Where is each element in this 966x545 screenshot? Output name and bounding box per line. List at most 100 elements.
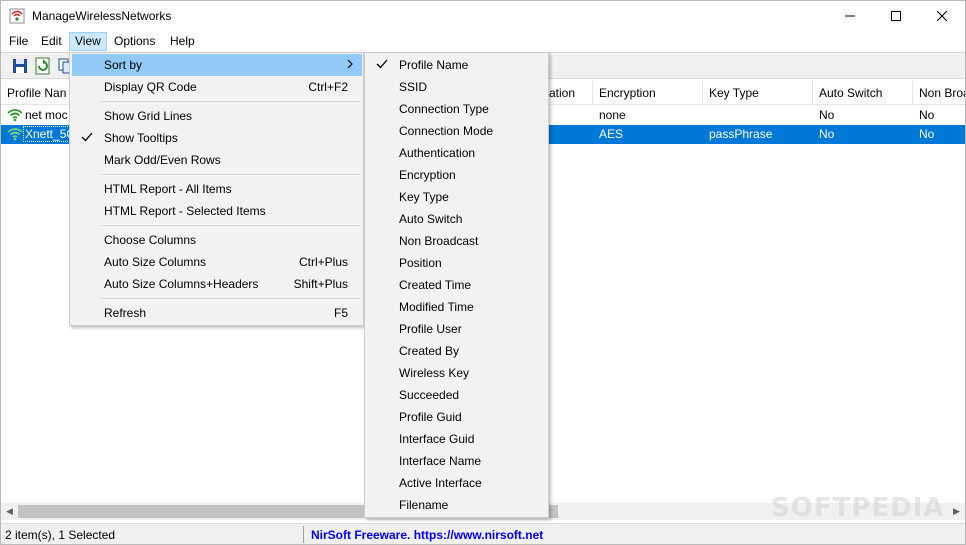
menu-item-label: Mark Odd/Even Rows: [104, 153, 221, 167]
sort-wireless-key[interactable]: Wireless Key: [367, 362, 547, 384]
status-bar: 2 item(s), 1 Selected NirSoft Freeware. …: [1, 523, 965, 544]
menu-item-label: Key Type: [399, 190, 449, 204]
menu-item-label: Refresh: [104, 306, 147, 320]
menu-item-label: Interface Name: [399, 454, 482, 468]
sort-encryption[interactable]: Encryption: [367, 164, 547, 186]
menu-show-tooltips[interactable]: Show Tooltips: [72, 127, 362, 149]
menu-item-label: Active Interface: [399, 476, 482, 490]
sort-non-broadcast[interactable]: Non Broadcast: [367, 230, 547, 252]
view-menu: Sort by Display QR Code Ctrl+F2 Show Gri…: [69, 52, 364, 326]
menu-item-label: Choose Columns: [104, 233, 197, 247]
sort-profile-user[interactable]: Profile User: [367, 318, 547, 340]
menu-item-label: Authentication: [399, 146, 476, 160]
cell-profile-name: Xnett_5G: [23, 126, 70, 142]
sort-by-submenu: Profile Name SSID Connection Type Connec…: [364, 52, 549, 518]
cell-auto-switch: No: [819, 108, 835, 122]
menu-item-label: HTML Report - All Items: [104, 182, 232, 196]
menu-separator: [100, 101, 360, 102]
maximize-button[interactable]: [873, 1, 919, 31]
menu-separator: [100, 298, 360, 299]
cell-non-broadcast: No: [919, 108, 935, 122]
checkmark-icon: [81, 132, 93, 142]
sort-ssid[interactable]: SSID: [367, 76, 547, 98]
menu-display-qr-code[interactable]: Display QR Code Ctrl+F2: [72, 76, 362, 98]
menu-view[interactable]: View: [69, 32, 107, 51]
sort-interface-guid[interactable]: Interface Guid: [367, 428, 547, 450]
column-authentication[interactable]: ation: [543, 81, 593, 105]
column-encryption[interactable]: Encryption: [593, 81, 703, 105]
menu-item-label: Connection Mode: [399, 124, 494, 138]
menu-refresh[interactable]: Refresh F5: [72, 302, 362, 324]
nirsoft-link[interactable]: NirSoft Freeware. https://www.nirsoft.ne…: [311, 528, 543, 542]
cell-encryption: none: [599, 108, 626, 122]
minimize-icon: [845, 15, 855, 17]
sort-active-interface[interactable]: Active Interface: [367, 472, 547, 494]
cell-key-type: passPhrase: [709, 127, 773, 141]
menu-item-label: Filename: [399, 498, 449, 512]
cell-profile-name: net moc: [25, 108, 68, 122]
menu-auto-size-columns-headers[interactable]: Auto Size Columns+Headers Shift+Plus: [72, 273, 362, 295]
menu-file[interactable]: File: [3, 32, 34, 51]
sort-filename[interactable]: Filename: [367, 494, 547, 516]
menu-edit[interactable]: Edit: [35, 32, 68, 51]
app-icon: [9, 8, 25, 24]
sort-created-by[interactable]: Created By: [367, 340, 547, 362]
submenu-arrow-icon: [347, 59, 353, 69]
sort-auto-switch[interactable]: Auto Switch: [367, 208, 547, 230]
menu-choose-columns[interactable]: Choose Columns: [72, 229, 362, 251]
wifi-icon: [7, 128, 23, 141]
menu-options[interactable]: Options: [108, 32, 161, 51]
column-auto-switch[interactable]: Auto Switch: [813, 81, 913, 105]
menu-item-label: Connection Type: [399, 102, 489, 116]
status-divider: [303, 526, 304, 543]
sort-succeeded[interactable]: Succeeded: [367, 384, 547, 406]
menu-item-label: Profile Name: [399, 58, 469, 72]
app-window: ManageWirelessNetworks File Edit View Op…: [0, 0, 966, 545]
checkmark-icon: [376, 59, 388, 69]
column-non-broadcast[interactable]: Non Broa: [913, 81, 965, 105]
save-icon[interactable]: [11, 57, 29, 75]
menu-help[interactable]: Help: [164, 32, 201, 51]
window-title: ManageWirelessNetworks: [32, 9, 172, 23]
sort-interface-name[interactable]: Interface Name: [367, 450, 547, 472]
close-button[interactable]: [919, 1, 965, 31]
menu-item-label: Sort by: [104, 58, 143, 72]
menu-mark-odd-even-rows[interactable]: Mark Odd/Even Rows: [72, 149, 362, 171]
menu-item-label: Profile Guid: [399, 410, 462, 424]
menu-item-shortcut: Ctrl+Plus: [298, 255, 348, 269]
sort-profile-guid[interactable]: Profile Guid: [367, 406, 547, 428]
minimize-button[interactable]: [827, 1, 873, 31]
scroll-right-icon[interactable]: ▶: [948, 503, 965, 520]
menu-sort-by[interactable]: Sort by: [72, 54, 362, 76]
menu-item-label: Profile User: [399, 322, 462, 336]
sort-connection-mode[interactable]: Connection Mode: [367, 120, 547, 142]
watermark: SOFTPEDIA: [771, 493, 945, 523]
menu-item-label: Wireless Key: [399, 366, 470, 380]
sort-modified-time[interactable]: Modified Time: [367, 296, 547, 318]
sort-connection-type[interactable]: Connection Type: [367, 98, 547, 120]
menu-separator: [100, 225, 360, 226]
menu-item-label: Show Grid Lines: [104, 109, 193, 123]
menu-html-report-selected[interactable]: HTML Report - Selected Items: [72, 200, 362, 222]
sort-authentication[interactable]: Authentication: [367, 142, 547, 164]
sort-created-time[interactable]: Created Time: [367, 274, 547, 296]
cell-non-broadcast: No: [919, 127, 935, 141]
sort-profile-name[interactable]: Profile Name: [367, 54, 547, 76]
scroll-left-icon[interactable]: ◀: [1, 503, 18, 520]
column-profile-name[interactable]: Profile Nan: [1, 81, 71, 105]
status-item-count: 2 item(s), 1 Selected: [5, 528, 116, 542]
refresh-icon[interactable]: [34, 57, 52, 75]
menu-html-report-all[interactable]: HTML Report - All Items: [72, 178, 362, 200]
menu-item-label: Created By: [399, 344, 460, 358]
menu-item-label: Encryption: [399, 168, 456, 182]
menu-auto-size-columns[interactable]: Auto Size Columns Ctrl+Plus: [72, 251, 362, 273]
menu-item-label: Non Broadcast: [399, 234, 479, 248]
menu-show-grid-lines[interactable]: Show Grid Lines: [72, 105, 362, 127]
menu-item-shortcut: Ctrl+F2: [308, 80, 348, 94]
maximize-icon: [891, 11, 901, 21]
sort-key-type[interactable]: Key Type: [367, 186, 547, 208]
sort-position[interactable]: Position: [367, 252, 547, 274]
column-key-type[interactable]: Key Type: [703, 81, 813, 105]
menu-item-label: Created Time: [399, 278, 472, 292]
menu-item-label: Modified Time: [399, 300, 474, 314]
